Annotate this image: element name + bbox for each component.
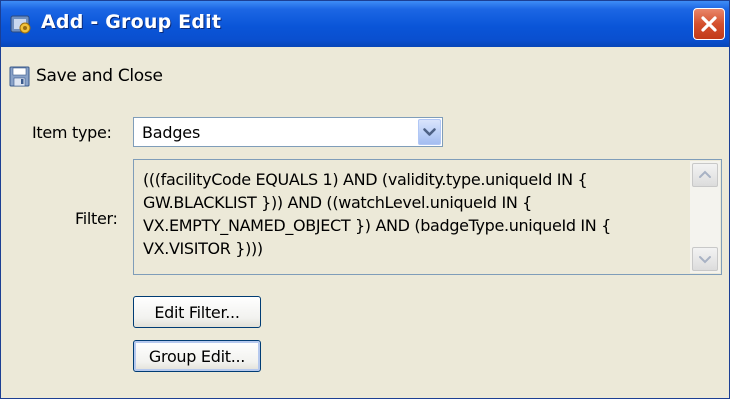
edit-filter-button[interactable]: Edit Filter... <box>133 296 261 328</box>
floppy-disk-icon <box>9 66 30 86</box>
filter-expression: (((facilityCode EQUALS 1) AND (validity.… <box>143 170 611 258</box>
filter-label: Filter: <box>75 209 118 228</box>
save-and-close-label: Save and Close <box>36 66 163 86</box>
filter-text-area[interactable]: (((facilityCode EQUALS 1) AND (validity.… <box>133 159 722 275</box>
scroll-down-button[interactable] <box>692 247 718 271</box>
close-button[interactable] <box>693 8 725 40</box>
filter-scrollbar[interactable] <box>690 161 720 273</box>
item-type-select[interactable]: Badges <box>133 117 443 147</box>
group-edit-icon <box>10 15 31 34</box>
toolbar: Save and Close <box>1 47 729 105</box>
item-type-dropdown-button[interactable] <box>418 119 441 145</box>
window-title: Add - Group Edit <box>41 11 222 33</box>
dialog-window: Add - Group Edit Save and Close Item typ… <box>0 0 730 399</box>
group-edit-button[interactable]: Group Edit... <box>133 340 261 372</box>
item-type-label: Item type: <box>32 123 112 142</box>
scroll-up-button[interactable] <box>692 163 718 187</box>
save-and-close-button[interactable]: Save and Close <box>9 64 163 88</box>
close-icon <box>701 16 717 32</box>
chevron-down-icon <box>423 128 436 136</box>
scroll-down-arrow-icon <box>699 256 711 264</box>
item-type-value: Badges <box>142 123 201 142</box>
scroll-up-arrow-icon <box>699 170 711 178</box>
title-bar[interactable]: Add - Group Edit <box>1 1 729 47</box>
